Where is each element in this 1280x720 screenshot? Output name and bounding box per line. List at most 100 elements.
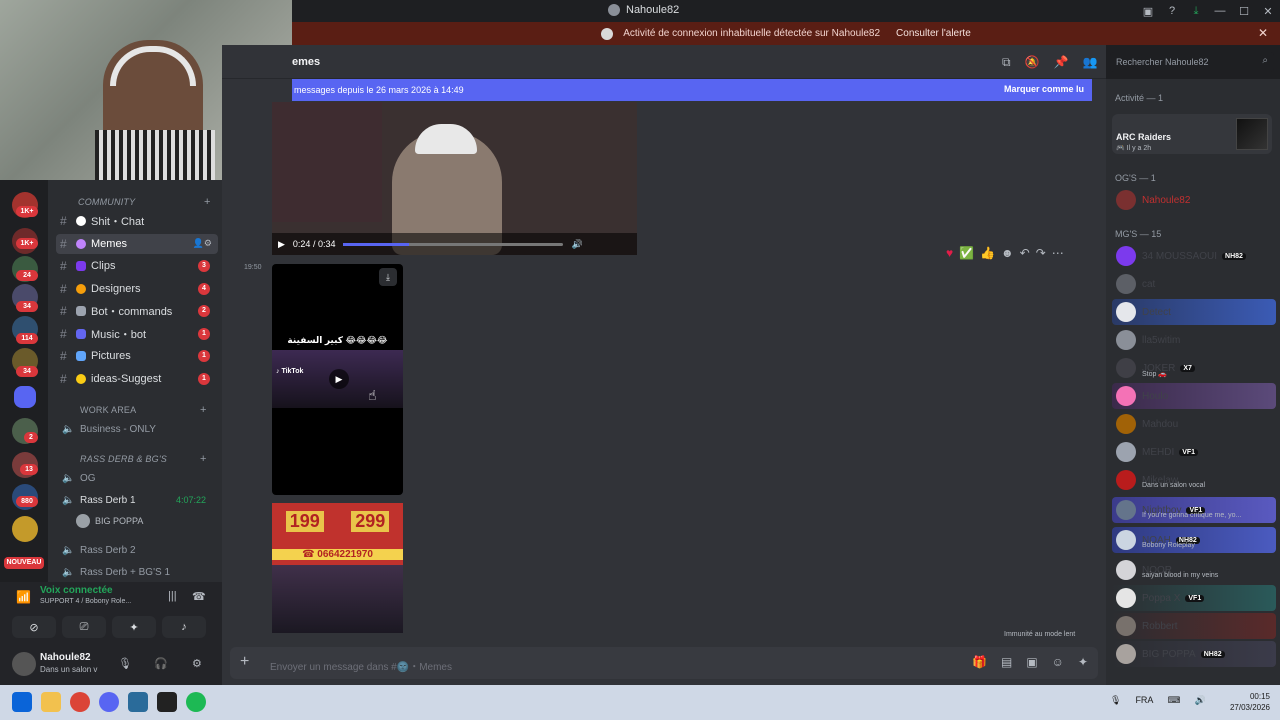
volume-icon[interactable]: 🔊 bbox=[1194, 695, 1205, 706]
member-row[interactable]: JOKER X7 Stop 🚗 bbox=[1112, 355, 1276, 381]
channel-designers[interactable]: # Designers 4 bbox=[56, 279, 218, 299]
voice-channel-og[interactable]: 🔈 OG bbox=[56, 469, 218, 487]
folder-icon[interactable] bbox=[14, 386, 36, 408]
screen-share-icon[interactable]: ⎚ bbox=[62, 616, 106, 638]
clock[interactable]: 00:15 27/03/2026 bbox=[1230, 691, 1270, 713]
member-row[interactable]: lla5witim bbox=[1112, 327, 1276, 353]
member-row[interactable]: Detect bbox=[1112, 299, 1276, 325]
member-row[interactable]: cat bbox=[1112, 271, 1276, 297]
member-row[interactable]: Nightboy VF1 If you're gonna critique me, … bbox=[1112, 497, 1276, 523]
voice-channel-name[interactable]: SUPPORT 4 / Bobony Role... bbox=[40, 598, 131, 605]
noise-suppression-icon[interactable]: ||| bbox=[168, 590, 177, 602]
discord-icon[interactable] bbox=[99, 692, 119, 712]
add-reaction-icon[interactable]: ☻ bbox=[1001, 246, 1014, 260]
channel-pictures[interactable]: # Pictures 1 bbox=[56, 346, 218, 366]
microphone-icon[interactable]: 🎙 bbox=[118, 657, 132, 670]
reply-icon[interactable]: ↶ bbox=[1020, 246, 1030, 260]
emoji-icon[interactable]: ☺ bbox=[1052, 655, 1064, 669]
notifications-off-icon[interactable]: 🔕 bbox=[1025, 55, 1040, 70]
gift-icon[interactable]: 🎁 bbox=[972, 655, 987, 669]
message-composer[interactable]: + Envoyer un message dans #🌚・Memes 🎁 ▤ ▣… bbox=[230, 647, 1098, 679]
download-icon[interactable]: ⤓ bbox=[379, 268, 397, 286]
video-progress[interactable] bbox=[343, 242, 564, 246]
add-channel-icon[interactable]: + bbox=[200, 404, 207, 416]
channel-memes[interactable]: # Memes 👤⚙ bbox=[56, 234, 218, 254]
heart-icon[interactable]: ♥ bbox=[946, 246, 953, 260]
start-icon[interactable] bbox=[12, 692, 32, 712]
voice-channel-rass-derb-bgs[interactable]: 🔈 Rass Derb + BG'S 1 bbox=[56, 563, 218, 581]
download-icon[interactable]: ⤓ bbox=[1184, 0, 1208, 22]
activity-card[interactable]: ARC Raiders 🎮 Il y a 2h bbox=[1112, 114, 1272, 154]
search-input[interactable]: Rechercher Nahoule82 ⌕ bbox=[1110, 52, 1274, 72]
voice-channel-business[interactable]: 🔈 Business - ONLY bbox=[56, 420, 218, 438]
member-list-icon[interactable]: 👥 bbox=[1082, 55, 1097, 70]
thumbs-up-icon[interactable]: 👍 bbox=[980, 246, 995, 260]
new-messages-bar[interactable]: messages depuis le 26 mars 2026 à 14:49 … bbox=[292, 79, 1092, 101]
headphones-icon[interactable]: 🎧 bbox=[154, 657, 168, 670]
more-icon[interactable]: ⋯ bbox=[1052, 246, 1064, 260]
mark-as-read-button[interactable]: Marquer comme lu bbox=[1004, 84, 1084, 94]
disconnect-icon[interactable]: ☎ bbox=[192, 590, 206, 603]
check-icon[interactable]: ✅ bbox=[959, 246, 974, 260]
minimize-button[interactable]: — bbox=[1208, 0, 1232, 22]
member-row[interactable]: NOOR saiyan blood in my veins bbox=[1112, 557, 1276, 583]
threads-icon[interactable]: ⧉ bbox=[1002, 55, 1011, 70]
close-button[interactable]: ✕ bbox=[1256, 0, 1280, 22]
member-row[interactable]: BIG POPPA NH82 bbox=[1112, 641, 1276, 667]
language-indicator[interactable]: FRA bbox=[1135, 695, 1153, 706]
camera-off-icon[interactable]: ⊘ bbox=[12, 616, 56, 638]
add-channel-icon[interactable]: + bbox=[200, 453, 207, 465]
category-rass-derb[interactable]: RASS DERB & BG'S + bbox=[80, 453, 206, 465]
play-icon[interactable]: ▶ bbox=[278, 239, 285, 250]
member-row[interactable]: NOAH NH82 Bobony Roleplay bbox=[1112, 527, 1276, 553]
spotify-icon[interactable] bbox=[186, 692, 206, 712]
gif-icon[interactable]: ▤ bbox=[1001, 655, 1012, 669]
member-row[interactable]: Mahdou bbox=[1112, 411, 1276, 437]
voice-channel-rass-derb-1[interactable]: 🔈 Rass Derb 1 4:07:22 bbox=[56, 491, 218, 509]
activities-icon[interactable]: ✦ bbox=[112, 616, 156, 638]
microphone-icon[interactable]: 🎙 bbox=[1110, 695, 1121, 706]
member-row[interactable]: Robbert bbox=[1112, 613, 1276, 639]
member-row[interactable]: Poppa X VF1 bbox=[1112, 585, 1276, 611]
video-embed[interactable]: ▶ 0:24 / 0:34 🔊 bbox=[272, 102, 637, 255]
channel-bot-commands[interactable]: # Bot・commands 2 bbox=[56, 301, 218, 321]
promo-image-embed[interactable]: 199 299 ☎ 0664221970 bbox=[272, 503, 403, 633]
member-row[interactable]: MEHDI VF1 bbox=[1112, 439, 1276, 465]
forward-icon[interactable]: ↷ bbox=[1036, 246, 1046, 260]
sticker-icon[interactable]: ▣ bbox=[1026, 655, 1037, 669]
add-channel-icon[interactable]: + bbox=[204, 196, 211, 208]
chrome-icon[interactable] bbox=[70, 692, 90, 712]
member-row[interactable]: Nahoule82 bbox=[1112, 187, 1276, 213]
channel-music-bot[interactable]: # Music・bot 1 bbox=[56, 324, 218, 344]
network-icon[interactable]: ⌨ bbox=[1167, 695, 1180, 706]
pin-icon[interactable]: 📌 bbox=[1054, 55, 1069, 70]
alert-link[interactable]: Consulter l'alerte bbox=[896, 28, 971, 39]
member-row[interactable]: Houlo bbox=[1112, 383, 1276, 409]
channel-shit-chat[interactable]: # Shit・Chat bbox=[56, 211, 218, 231]
inbox-icon[interactable]: ▣ bbox=[1136, 0, 1160, 22]
channel-clips[interactable]: # Clips 3 bbox=[56, 256, 218, 276]
gear-icon[interactable]: ⚙ bbox=[192, 657, 202, 670]
file-explorer-icon[interactable] bbox=[41, 692, 61, 712]
channel-ideas-suggest[interactable]: # ideas-Suggest 1 bbox=[56, 369, 218, 389]
voice-user[interactable]: BIG POPPA bbox=[76, 514, 143, 528]
soundboard-icon[interactable]: ♪ bbox=[162, 616, 206, 638]
avatar[interactable] bbox=[12, 652, 36, 676]
server-icon[interactable] bbox=[12, 516, 38, 542]
app-icon[interactable] bbox=[128, 692, 148, 712]
volume-icon[interactable]: 🔊 bbox=[571, 239, 582, 250]
add-attachment-icon[interactable]: + bbox=[240, 653, 249, 671]
close-alert-icon[interactable]: ✕ bbox=[1258, 26, 1268, 40]
maximize-button[interactable]: ☐ bbox=[1232, 0, 1256, 22]
tiktok-video-embed[interactable]: ⤓ كبير السفينة 😂😂😂😂 ♪ TikTok ▶ bbox=[272, 264, 403, 495]
member-row[interactable]: 34 MOUSSAOUI NH82 bbox=[1112, 243, 1276, 269]
voice-channel-rass-derb-2[interactable]: 🔈 Rass Derb 2 bbox=[56, 541, 218, 559]
category-work-area[interactable]: WORK AREA + bbox=[80, 404, 206, 416]
play-icon[interactable]: ▶ bbox=[329, 369, 349, 389]
help-icon[interactable]: ? bbox=[1160, 0, 1184, 22]
category-community[interactable]: COMMUNITY + bbox=[78, 196, 210, 208]
apps-icon[interactable]: ✦ bbox=[1078, 655, 1088, 669]
obs-icon[interactable] bbox=[157, 692, 177, 712]
member-row[interactable]: Mikelaw Dans un salon vocal bbox=[1112, 467, 1276, 493]
channel-settings-icon[interactable]: 👤⚙ bbox=[193, 238, 212, 249]
